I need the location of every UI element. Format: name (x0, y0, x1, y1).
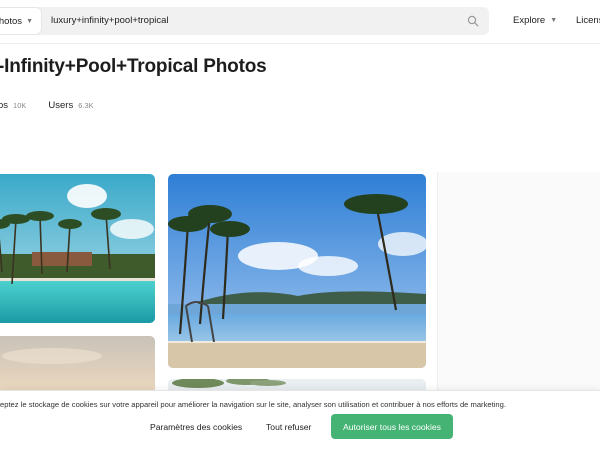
tab-photos[interactable]: os 10K (0, 100, 26, 111)
photo-resort-pool (0, 174, 155, 323)
cookie-settings-button[interactable]: Paramètres des cookies (150, 416, 242, 438)
cookie-consent-banner: eptez le stockage de cookies sur votre a… (0, 390, 600, 450)
result-tabs: os 10K Users 6.3K (0, 100, 94, 111)
photo-infinity-pool (168, 174, 426, 368)
search-icon[interactable] (467, 15, 479, 27)
chevron-down-icon: ▼ (550, 17, 558, 24)
cookie-consent-text: eptez le stockage de cookies sur votre a… (0, 400, 506, 409)
search-type-dropdown[interactable]: hotos ▼ (0, 7, 42, 35)
search-bar: hotos ▼ luxury+infinity+pool+tropical (0, 7, 489, 35)
tab-photos-label: os (0, 100, 9, 111)
accept-all-cookies-button[interactable]: Autoriser tous les cookies (331, 414, 453, 439)
search-type-label: hotos (0, 15, 23, 27)
photo-card[interactable] (0, 174, 155, 323)
photo-sunset-sky (0, 336, 155, 396)
tab-photos-count: 10K (13, 101, 27, 110)
nav-license-link[interactable]: Licens (576, 15, 600, 26)
photo-card[interactable] (168, 174, 426, 368)
top-navigation-bar: hotos ▼ luxury+infinity+pool+tropical Ex… (0, 0, 600, 44)
tab-users-count: 6.3K (78, 101, 94, 110)
nav-explore-menu[interactable]: Explore ▼ (513, 15, 557, 26)
tab-users-label: Users (48, 100, 74, 111)
page-title: -Infinity+Pool+Tropical Photos (0, 56, 267, 77)
chevron-down-icon: ▼ (26, 17, 33, 25)
nav-explore-label: Explore (513, 15, 546, 26)
search-input[interactable]: luxury+infinity+pool+tropical (51, 15, 169, 26)
tab-users[interactable]: Users 6.3K (48, 100, 93, 111)
photo-card[interactable] (0, 336, 155, 396)
refuse-all-cookies-button[interactable]: Tout refuser (266, 416, 311, 438)
photo-column-placeholder (437, 172, 600, 412)
